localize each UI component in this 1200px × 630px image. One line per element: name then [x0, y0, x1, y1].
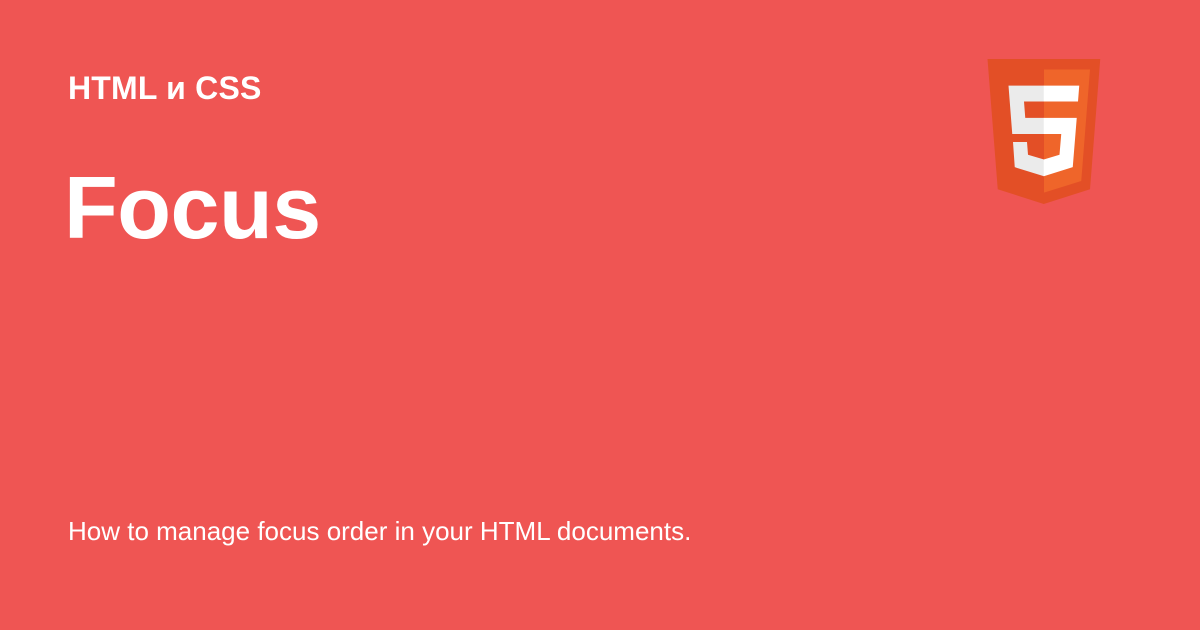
html5-shield-icon: [980, 59, 1108, 204]
page-title: Focus: [64, 158, 321, 257]
category-label: HTML и CSS: [68, 70, 262, 106]
html5-logo-graphic: [987, 59, 1101, 204]
social-card: HTML и CSS Focus How to manage focus ord…: [0, 0, 1200, 630]
page-description: How to manage focus order in your HTML d…: [68, 516, 692, 546]
